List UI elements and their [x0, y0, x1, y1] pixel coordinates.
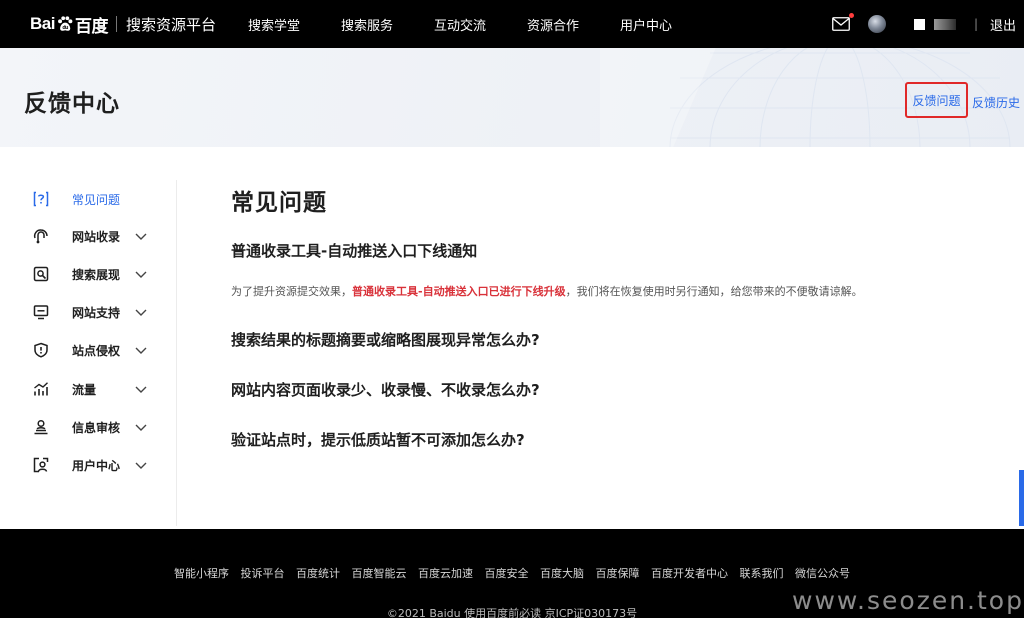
chevron-down-icon[interactable] — [134, 305, 148, 319]
index-icon — [32, 227, 50, 245]
baidu-paw-icon: du — [58, 16, 73, 31]
footer-link[interactable]: 百度云加速 — [418, 567, 473, 580]
footer-links: 智能小程序 投诉平台 百度统计 百度智能云 百度云加速 百度安全 百度大脑 百度… — [0, 565, 1024, 581]
nav-item-user-center[interactable]: 用户中心 — [620, 15, 672, 34]
page-title: 反馈中心 — [24, 91, 120, 117]
sidebar-item-label: 网站支持 — [72, 305, 121, 320]
sidebar-item-search-display[interactable]: 搜索展现 — [32, 264, 172, 284]
search-display-icon — [32, 265, 50, 283]
review-icon — [32, 418, 50, 436]
sidebar-item-traffic[interactable]: 流量 — [32, 379, 172, 399]
shield-icon — [32, 341, 50, 359]
sidebar-item-label: 信息审核 — [72, 420, 121, 435]
faq-question-low-quality-site[interactable]: 验证站点时，提示低质站暂不可添加怎么办? — [231, 429, 525, 450]
platform-name: 搜索资源平台 — [125, 15, 216, 34]
chevron-down-icon[interactable] — [134, 229, 148, 243]
nav-item-search-school[interactable]: 搜索学堂 — [248, 15, 300, 34]
sidebar-item-content-review[interactable]: 信息审核 — [32, 417, 172, 437]
chevron-down-icon[interactable] — [134, 458, 148, 472]
footer-link[interactable]: 百度安全 — [485, 567, 529, 580]
sidebar: 常见问题 网站收录 搜索展现 网站支持 站点侵权 流量 信息审核 用户中心 — [0, 180, 177, 526]
footer-link[interactable]: 微信公众号 — [795, 567, 850, 580]
footer-link[interactable]: 联系我们 — [740, 567, 784, 580]
faq-question-push-offline[interactable]: 普通收录工具-自动推送入口下线通知 — [231, 240, 477, 261]
footer-link[interactable]: 投诉平台 — [241, 567, 285, 580]
section-title: 常见问题 — [231, 190, 327, 216]
help-icon — [32, 190, 50, 208]
footer-link[interactable]: 百度统计 — [296, 567, 340, 580]
nav-item-search-service[interactable]: 搜索服务 — [341, 15, 393, 34]
unread-dot — [848, 13, 854, 18]
chevron-down-icon[interactable] — [134, 343, 148, 357]
mail-icon[interactable] — [832, 13, 854, 31]
sidebar-item-faq[interactable]: 常见问题 — [32, 189, 172, 209]
traffic-chart-icon — [32, 380, 50, 398]
sidebar-item-label: 常见问题 — [72, 192, 121, 207]
chevron-down-icon[interactable] — [134, 420, 148, 434]
nav-item-community[interactable]: 互动交流 — [434, 15, 486, 34]
sidebar-item-label: 站点侵权 — [72, 343, 121, 358]
chevron-down-icon[interactable] — [134, 382, 148, 396]
main-nav: 搜索学堂 搜索服务 互动交流 资源合作 用户中心 — [248, 15, 713, 34]
answer-text-after: ，我们将在恢复使用时另行通知，给您带来的不便敬请谅解。 — [565, 285, 863, 298]
feedback-issue-label: 反馈问题 — [912, 93, 961, 108]
top-nav-bar: Bai du 百度 搜索资源平台 搜索学堂 搜索服务 互动交流 资源合作 用户中… — [0, 0, 1024, 48]
footer-link[interactable]: 百度大脑 — [540, 567, 584, 580]
scrollbar-thumb[interactable] — [1019, 470, 1024, 526]
answer-text-before: 为了提升资源提交效果， — [231, 285, 352, 298]
svg-text:du: du — [62, 25, 68, 31]
logo-wordmark: Bai du 百度 — [30, 12, 108, 37]
feedback-history-link[interactable]: 反馈历史 — [972, 94, 1020, 111]
logo-text-left: Bai — [30, 14, 55, 33]
answer-highlight: 普通收录工具-自动推送入口已进行下线升级 — [352, 285, 566, 298]
footer-link[interactable]: 百度智能云 — [352, 567, 407, 580]
nav-item-cooperation[interactable]: 资源合作 — [527, 15, 579, 34]
user-center-icon — [32, 456, 50, 474]
baidu-logo[interactable]: Bai du 百度 搜索资源平台 — [30, 0, 216, 48]
footer-link[interactable]: 百度开发者中心 — [651, 567, 728, 580]
sidebar-item-site-support[interactable]: 网站支持 — [32, 302, 172, 322]
sidebar-item-label: 网站收录 — [72, 229, 121, 244]
header-separator: | — [973, 17, 978, 31]
user-name-blur — [933, 18, 956, 30]
logout-link[interactable]: 退出 — [990, 15, 1016, 34]
site-watermark: www.seozen.top — [792, 586, 1024, 615]
sidebar-item-label: 搜索展现 — [72, 267, 121, 282]
page-banner: 反馈中心 — [0, 48, 1024, 147]
sidebar-item-label: 用户中心 — [72, 458, 121, 473]
faq-question-indexing-low[interactable]: 网站内容页面收录少、收录慢、不收录怎么办? — [231, 379, 540, 400]
faq-content: 常见问题 普通收录工具-自动推送入口下线通知 为了提升资源提交效果，普通收录工具… — [231, 183, 991, 449]
sidebar-item-indexing[interactable]: 网站收录 — [32, 226, 172, 246]
monitor-icon — [32, 303, 50, 321]
logo-divider — [115, 16, 117, 32]
faq-question-display-abnormal[interactable]: 搜索结果的标题摘要或缩略图展现异常怎么办? — [231, 329, 540, 350]
footer-link[interactable]: 百度保障 — [596, 567, 640, 580]
user-badge — [913, 18, 925, 30]
faq-answer: 为了提升资源提交效果，普通收录工具-自动推送入口已进行下线升级，我们将在恢复使用… — [231, 283, 863, 299]
sidebar-item-label: 流量 — [72, 382, 97, 397]
chevron-down-icon[interactable] — [134, 267, 148, 281]
logo-text-right: 百度 — [74, 16, 109, 36]
username-redacted[interactable] — [913, 18, 956, 30]
sidebar-item-user-center[interactable]: 用户中心 — [32, 455, 172, 475]
footer-link[interactable]: 智能小程序 — [174, 567, 229, 580]
sidebar-item-infringement[interactable]: 站点侵权 — [32, 340, 172, 360]
avatar[interactable] — [867, 15, 886, 33]
top-right-actions: | 退出 — [832, 0, 1024, 48]
feedback-issue-button[interactable]: 反馈问题 — [905, 82, 968, 118]
